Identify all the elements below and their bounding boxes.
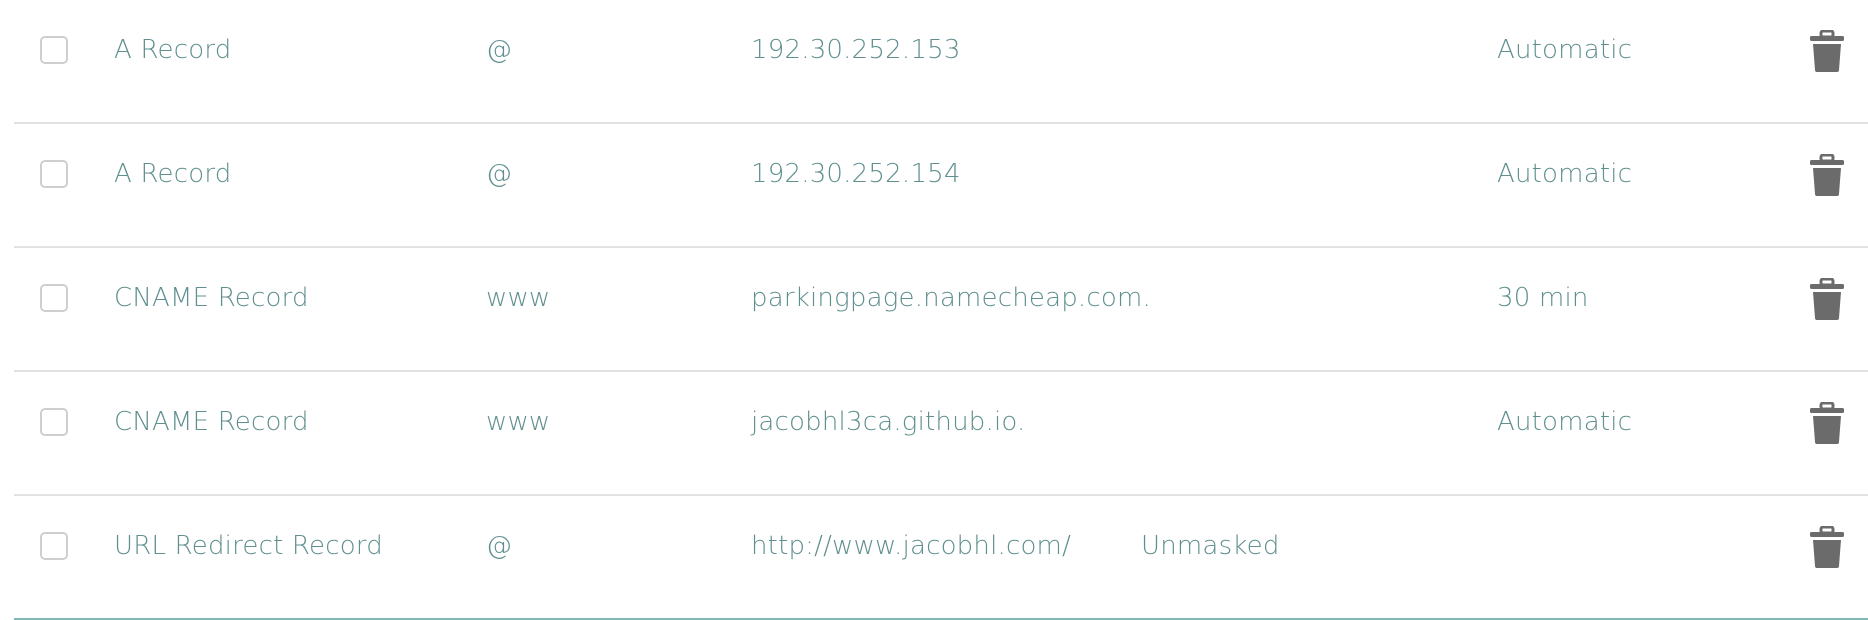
- trash-icon: [1810, 278, 1844, 320]
- row-select-checkbox[interactable]: [40, 284, 68, 312]
- table-row: CNAME Record www jacobhl3ca.github.io. A…: [14, 372, 1868, 496]
- record-ttl: Automatic: [1497, 35, 1633, 65]
- record-type: CNAME Record: [114, 407, 309, 437]
- trash-icon: [1810, 526, 1844, 568]
- delete-record-button[interactable]: [1810, 402, 1844, 444]
- dns-records-table: A Record @ 192.30.252.153 Automatic A Re…: [14, 0, 1868, 620]
- record-host: www: [486, 283, 551, 313]
- record-value: 192.30.252.153: [751, 35, 961, 65]
- record-ttl: Automatic: [1497, 407, 1633, 437]
- record-host: @: [486, 35, 513, 65]
- trash-icon: [1810, 30, 1844, 72]
- record-host: @: [486, 531, 513, 561]
- record-type: CNAME Record: [114, 283, 309, 313]
- row-select-checkbox[interactable]: [40, 160, 68, 188]
- row-select-checkbox[interactable]: [40, 408, 68, 436]
- delete-record-button[interactable]: [1810, 154, 1844, 196]
- record-ttl: 30 min: [1497, 283, 1589, 313]
- trash-icon: [1810, 154, 1844, 196]
- row-select-checkbox[interactable]: [40, 532, 68, 560]
- table-row: A Record @ 192.30.252.153 Automatic: [14, 0, 1868, 124]
- record-host: @: [486, 159, 513, 189]
- record-host: www: [486, 407, 551, 437]
- delete-record-button[interactable]: [1810, 526, 1844, 568]
- record-value: jacobhl3ca.github.io.: [751, 407, 1026, 437]
- record-ttl: Automatic: [1497, 159, 1633, 189]
- table-row: A Record @ 192.30.252.154 Automatic: [14, 124, 1868, 248]
- table-row: CNAME Record www parkingpage.namecheap.c…: [14, 248, 1868, 372]
- record-value: parkingpage.namecheap.com.: [751, 283, 1151, 313]
- table-row: URL Redirect Record @ http://www.jacobhl…: [14, 496, 1868, 620]
- delete-record-button[interactable]: [1810, 30, 1844, 72]
- record-value: http://www.jacobhl.com/: [751, 531, 1072, 561]
- record-redirect-mode: Unmasked: [1141, 531, 1280, 561]
- record-type: A Record: [114, 159, 232, 189]
- record-type: A Record: [114, 35, 232, 65]
- row-select-checkbox[interactable]: [40, 36, 68, 64]
- record-type: URL Redirect Record: [114, 531, 383, 561]
- delete-record-button[interactable]: [1810, 278, 1844, 320]
- record-value: 192.30.252.154: [751, 159, 961, 189]
- trash-icon: [1810, 402, 1844, 444]
